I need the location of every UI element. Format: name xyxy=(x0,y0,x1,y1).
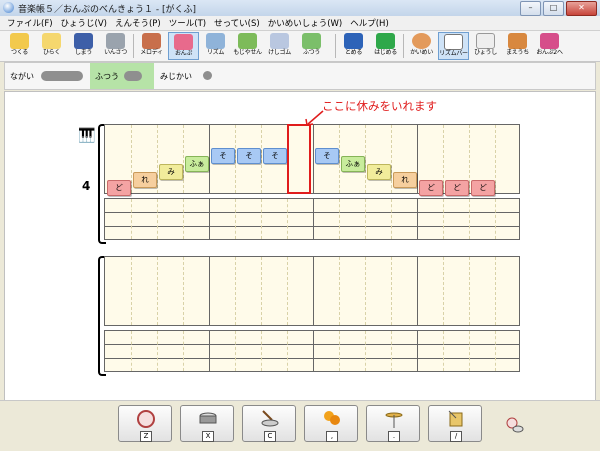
note-mi[interactable]: み xyxy=(367,164,391,180)
hi-hat-icon xyxy=(385,412,403,428)
open-folder-icon xyxy=(42,33,61,49)
note-fa[interactable]: ふぁ xyxy=(341,156,365,172)
printer-icon xyxy=(106,33,125,49)
long-option[interactable]: ながい xyxy=(5,63,89,89)
text-button[interactable]: もじやせん xyxy=(232,32,263,60)
note-so[interactable]: そ xyxy=(315,148,339,164)
eraser-icon xyxy=(270,33,289,49)
note-button[interactable]: おんぷ xyxy=(168,32,199,60)
short-option[interactable]: みじかい xyxy=(155,63,219,89)
save-disk-icon xyxy=(74,33,93,49)
menu-play[interactable]: えんそう(P) xyxy=(112,16,166,30)
note-do[interactable]: ど xyxy=(107,180,131,196)
menu-solfege[interactable]: かいめいしょう(W) xyxy=(265,16,348,30)
note-do[interactable]: ど xyxy=(471,180,495,196)
time-signature-button[interactable]: ひょうし xyxy=(470,32,501,60)
normal-speed-button[interactable]: ふつう xyxy=(296,32,327,60)
bass-drum-button[interactable]: Z xyxy=(118,405,172,442)
toolbar-separator xyxy=(335,34,336,58)
toolbar-separator xyxy=(403,34,404,58)
menu-tools[interactable]: ツール(T) xyxy=(166,16,211,30)
note-re[interactable]: れ xyxy=(393,172,417,188)
time-signature: 4 xyxy=(82,179,91,193)
play-button[interactable]: はじめる xyxy=(370,32,401,60)
print-button[interactable]: いんさつ xyxy=(100,32,131,60)
menu-file[interactable]: ファイル(F) xyxy=(4,16,58,30)
count-in-button[interactable]: まえうち xyxy=(502,32,533,60)
normal-bar xyxy=(124,71,142,81)
piano-icon: 🎹 xyxy=(78,128,96,144)
note-fa[interactable]: ふぁ xyxy=(185,156,209,172)
rhythm-staff[interactable] xyxy=(104,198,520,240)
tambourine-button[interactable]: / xyxy=(428,405,482,442)
note-so[interactable]: そ xyxy=(263,148,287,164)
next-lesson-button[interactable]: おんぷ2へ xyxy=(534,32,565,60)
stick-button[interactable]: C xyxy=(242,405,296,442)
window-title: 音楽帳５／おんぷのべんきょう１ - [がくふ] xyxy=(18,5,196,15)
long-bar xyxy=(41,71,83,81)
rhythm-button[interactable]: リズム xyxy=(200,32,231,60)
melody-icon xyxy=(142,33,161,49)
toolbar: つくる ひらく しまう いんさつ メロディ おんぷ リズム もじやせん けしゴム… xyxy=(0,31,600,62)
stop-button[interactable]: とめる xyxy=(338,32,369,60)
note-mi[interactable]: み xyxy=(159,164,183,180)
text-icon xyxy=(238,33,257,49)
small-drum-icon xyxy=(506,417,524,433)
metronome-icon xyxy=(508,33,527,49)
save-button[interactable]: しまう xyxy=(68,32,99,60)
note-re[interactable]: れ xyxy=(133,172,157,188)
maximize-button[interactable]: □ xyxy=(543,1,564,16)
drum-icon xyxy=(206,33,225,49)
hi-hat-button[interactable]: . xyxy=(366,405,420,442)
face-icon xyxy=(412,33,431,49)
menu-settings[interactable]: せってい(S) xyxy=(211,16,265,30)
drum-sticks-icon xyxy=(261,410,279,427)
tambourine-icon xyxy=(448,410,463,427)
snare-drum-icon xyxy=(199,412,217,424)
short-bar xyxy=(203,71,212,80)
close-button[interactable]: ✕ xyxy=(566,1,597,16)
app-icon xyxy=(3,2,14,13)
percussion-bar: Z X C , . / xyxy=(0,400,600,451)
annotation-text: ここに休みをいれます xyxy=(322,99,437,113)
note-so[interactable]: そ xyxy=(211,148,235,164)
menu-help[interactable]: ヘルプ(H) xyxy=(347,16,394,30)
next-icon xyxy=(540,33,559,49)
solfege-button[interactable]: かいめい xyxy=(406,32,437,60)
maracas-icon xyxy=(324,411,340,425)
stop-icon xyxy=(344,33,363,49)
maracas-button[interactable]: , xyxy=(304,405,358,442)
new-button[interactable]: つくる xyxy=(4,32,35,60)
time-signature-icon xyxy=(476,33,495,49)
note-do[interactable]: ど xyxy=(419,180,443,196)
note-eraser-icon xyxy=(174,34,193,50)
eraser-button[interactable]: けしゴム xyxy=(264,32,295,60)
normal-option[interactable]: ふつう xyxy=(90,63,154,89)
title-bar: 音楽帳５／おんぷのべんきょう１ - [がくふ] – □ ✕ xyxy=(0,0,600,17)
bass-drum-icon xyxy=(137,410,155,428)
rhythm-bar-button[interactable]: リズムバー xyxy=(438,32,469,60)
turtle-icon xyxy=(302,33,321,49)
open-button[interactable]: ひらく xyxy=(36,32,67,60)
rhythm-bar-icon xyxy=(444,34,463,50)
melody-button[interactable]: メロディ xyxy=(136,32,167,60)
new-icon xyxy=(10,33,29,49)
menu-view[interactable]: ひょうじ(V) xyxy=(58,16,112,30)
note-do[interactable]: ど xyxy=(445,180,469,196)
snare-drum-button[interactable]: X xyxy=(180,405,234,442)
note-so[interactable]: そ xyxy=(237,148,261,164)
play-icon xyxy=(376,33,395,49)
toolbar-separator xyxy=(133,34,134,58)
menu-bar: ファイル(F) ひょうじ(V) えんそう(P) ツール(T) せってい(S) か… xyxy=(0,16,600,31)
minimize-button[interactable]: – xyxy=(520,1,541,16)
melody-staff[interactable] xyxy=(104,256,520,326)
rest-highlight-box xyxy=(287,124,311,194)
note-length-bar: ながい ふつう みじかい xyxy=(4,62,596,90)
rhythm-staff[interactable] xyxy=(104,330,520,372)
